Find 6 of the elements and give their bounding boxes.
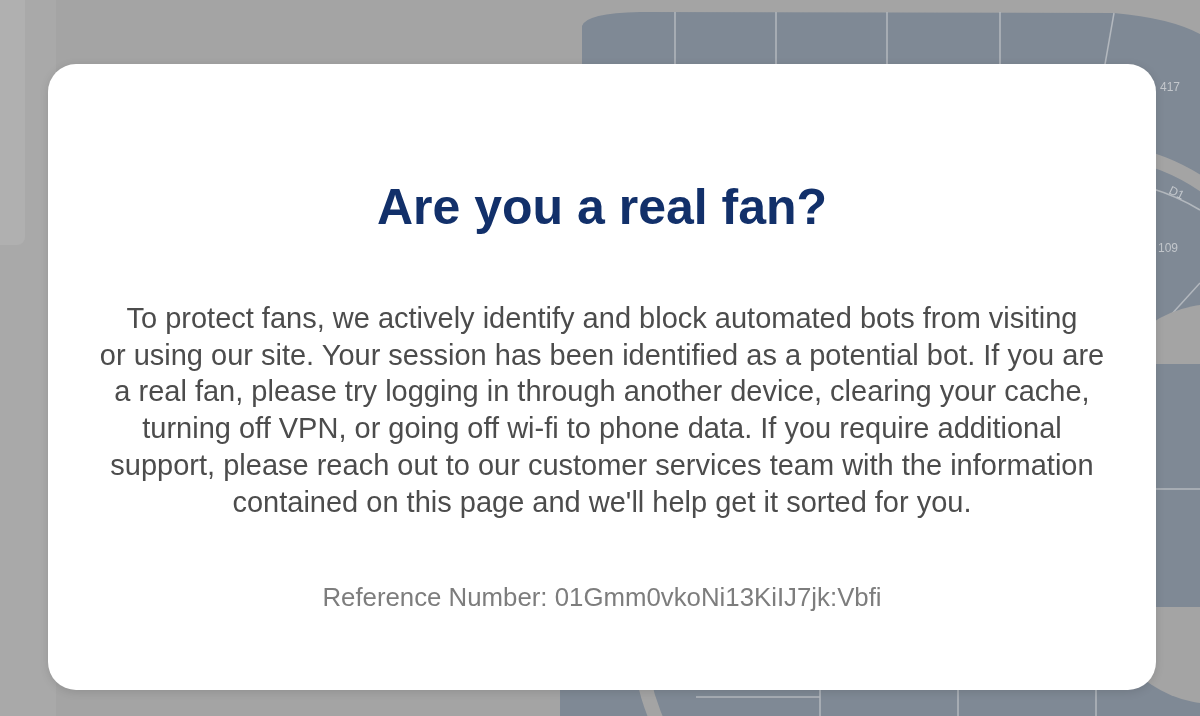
dialog-message: To protect fans, we actively identify and block automated bots from visiting or using our site. Your session has been identified as a potential bot. If you are a real fan, please try logging in through another device, clearing your cache, turning off VPN, or going off wi-fi to phone data. If you require additional support, please reach out to our customer services team with the information contained on this page and we'll help get it sorted for you.: [99, 301, 1105, 520]
reference-number: Reference Number: 01Gmm0vkoNi13KiIJ7jk:Vbfi: [322, 582, 882, 613]
section-label: 109: [1158, 241, 1179, 255]
section-label: 417: [1160, 80, 1181, 94]
section-label: D1: [1166, 183, 1187, 203]
dialog-title: Are you a real fan?: [376, 178, 828, 237]
